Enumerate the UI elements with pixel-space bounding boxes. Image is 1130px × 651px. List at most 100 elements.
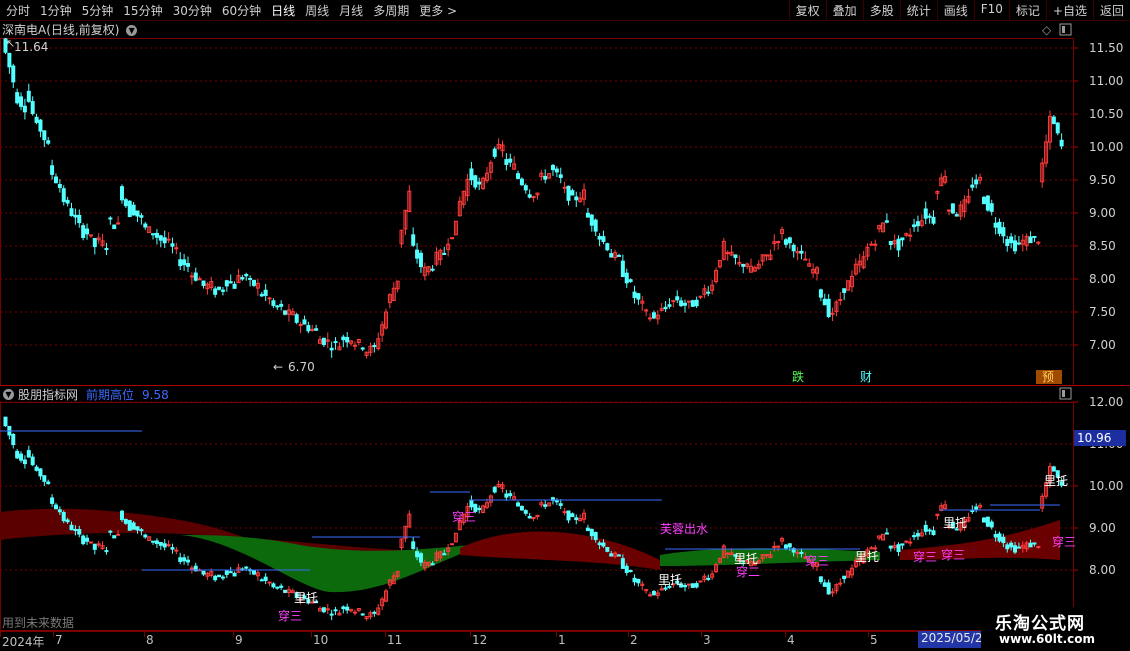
main-candle xyxy=(360,347,365,350)
main-candle xyxy=(981,196,986,205)
indicator-candle xyxy=(869,547,874,550)
main-candle xyxy=(523,185,528,191)
indicator-candle xyxy=(915,533,920,537)
main-candle xyxy=(38,119,43,132)
indicator-candle xyxy=(154,540,159,544)
main-candle xyxy=(50,165,55,175)
main-candle xyxy=(686,300,691,303)
indicator-candle xyxy=(822,582,827,587)
chart-canvas: 11.50 11.00 10.50 10.00 9.50 9.00 8.50 8.00 7.50… xyxy=(0,23,1130,631)
main-candle xyxy=(725,252,730,255)
main-candle xyxy=(244,273,249,277)
signal-lituo: 里托 xyxy=(734,552,758,566)
indicator-candle xyxy=(527,515,532,519)
indicator-candle xyxy=(411,541,416,550)
main-candle xyxy=(562,186,567,189)
main-candle xyxy=(574,196,579,201)
signal-chuan2: 穿二 xyxy=(736,564,760,579)
indicator-candle xyxy=(220,576,225,579)
main-candle xyxy=(450,237,455,240)
indicator-candle xyxy=(931,530,936,536)
main-candle xyxy=(644,309,649,312)
main-candle xyxy=(345,336,350,343)
indicator-candle xyxy=(570,513,575,518)
indicator-candle xyxy=(34,466,39,471)
main-candle xyxy=(302,319,307,325)
indicator-candle xyxy=(566,510,571,521)
main-candle xyxy=(127,200,132,218)
main-candle xyxy=(822,298,827,306)
main-candle xyxy=(104,248,109,251)
main-candle xyxy=(1028,236,1033,244)
indicator-candle xyxy=(360,613,365,616)
indicator-candle xyxy=(69,524,74,531)
main-candle xyxy=(1016,242,1021,245)
chevron-down-icon[interactable]: ▼ xyxy=(3,389,14,400)
main-candle xyxy=(217,286,222,290)
indicator-candle xyxy=(430,563,435,566)
indicator-candle xyxy=(508,493,513,497)
indicator-candle xyxy=(217,574,222,578)
indicator-candle xyxy=(1036,546,1041,549)
indicator-candle xyxy=(787,543,792,548)
main-candle xyxy=(283,310,288,315)
main-candle xyxy=(616,254,621,257)
main-candles xyxy=(3,37,1064,359)
main-candle xyxy=(519,178,524,186)
indicator-toggle-icon[interactable] xyxy=(1059,387,1072,400)
signal-chuan3: 穿三 xyxy=(452,509,476,524)
main-candle xyxy=(818,289,823,298)
main-candle xyxy=(566,185,571,201)
indicator-candle xyxy=(795,552,800,555)
main-candle xyxy=(527,194,532,198)
indicator-candle xyxy=(698,580,703,583)
main-candle xyxy=(550,164,555,171)
diamond-icon[interactable]: ◇ xyxy=(1042,23,1052,37)
indicator-candle xyxy=(224,570,229,575)
indicator-candle xyxy=(636,578,641,584)
indicator-candle xyxy=(232,572,237,577)
indicator-candle xyxy=(927,529,932,532)
indicator-candle xyxy=(131,522,136,530)
main-candle xyxy=(15,92,20,104)
panel-toggle-icon[interactable] xyxy=(1059,23,1072,36)
main-candle xyxy=(675,296,680,301)
band-red-2 xyxy=(460,531,660,570)
main-candle xyxy=(915,221,920,227)
indicator-candle xyxy=(997,533,1002,542)
indicator-candle xyxy=(213,575,218,581)
main-candle xyxy=(30,101,35,115)
indicator-candle xyxy=(372,611,377,614)
date-tick-mark xyxy=(785,632,786,637)
main-candle xyxy=(667,304,672,307)
main-candle xyxy=(776,240,781,243)
main-candle xyxy=(912,224,917,228)
main-candle xyxy=(694,299,699,307)
main-candle xyxy=(151,233,156,236)
indicator-param-label: 前期高位 xyxy=(86,388,135,402)
main-candle xyxy=(873,243,878,246)
indicator-bands xyxy=(0,508,1060,593)
main-candle xyxy=(267,297,272,300)
main-candle xyxy=(1013,240,1018,252)
indicator-candle xyxy=(92,543,97,550)
indicator-candle xyxy=(244,566,249,569)
main-candle xyxy=(174,247,179,250)
indicator-candle xyxy=(415,551,420,558)
main-candle xyxy=(314,328,319,331)
main-y-label: 8.00 xyxy=(1089,272,1116,286)
indicator-candle xyxy=(993,534,998,538)
indicator-candle xyxy=(842,575,847,580)
indicator-candle xyxy=(85,537,90,542)
main-candle xyxy=(1055,122,1060,134)
date-tick-8: 2 xyxy=(630,633,638,647)
date-tick-10: 4 xyxy=(787,633,795,647)
marker-yu: 预 xyxy=(1042,370,1054,384)
indicator-name[interactable]: 股朋指标网 xyxy=(18,386,78,403)
main-candle xyxy=(119,186,124,201)
date-axis: 2024年 7 8 9 10 11 12 1 2 3 4 5 xyxy=(0,631,1075,651)
signal-chuan3: 穿三 xyxy=(278,608,302,623)
indicator-candle xyxy=(1013,545,1018,553)
main-candle xyxy=(636,293,641,300)
main-candle xyxy=(158,235,163,241)
